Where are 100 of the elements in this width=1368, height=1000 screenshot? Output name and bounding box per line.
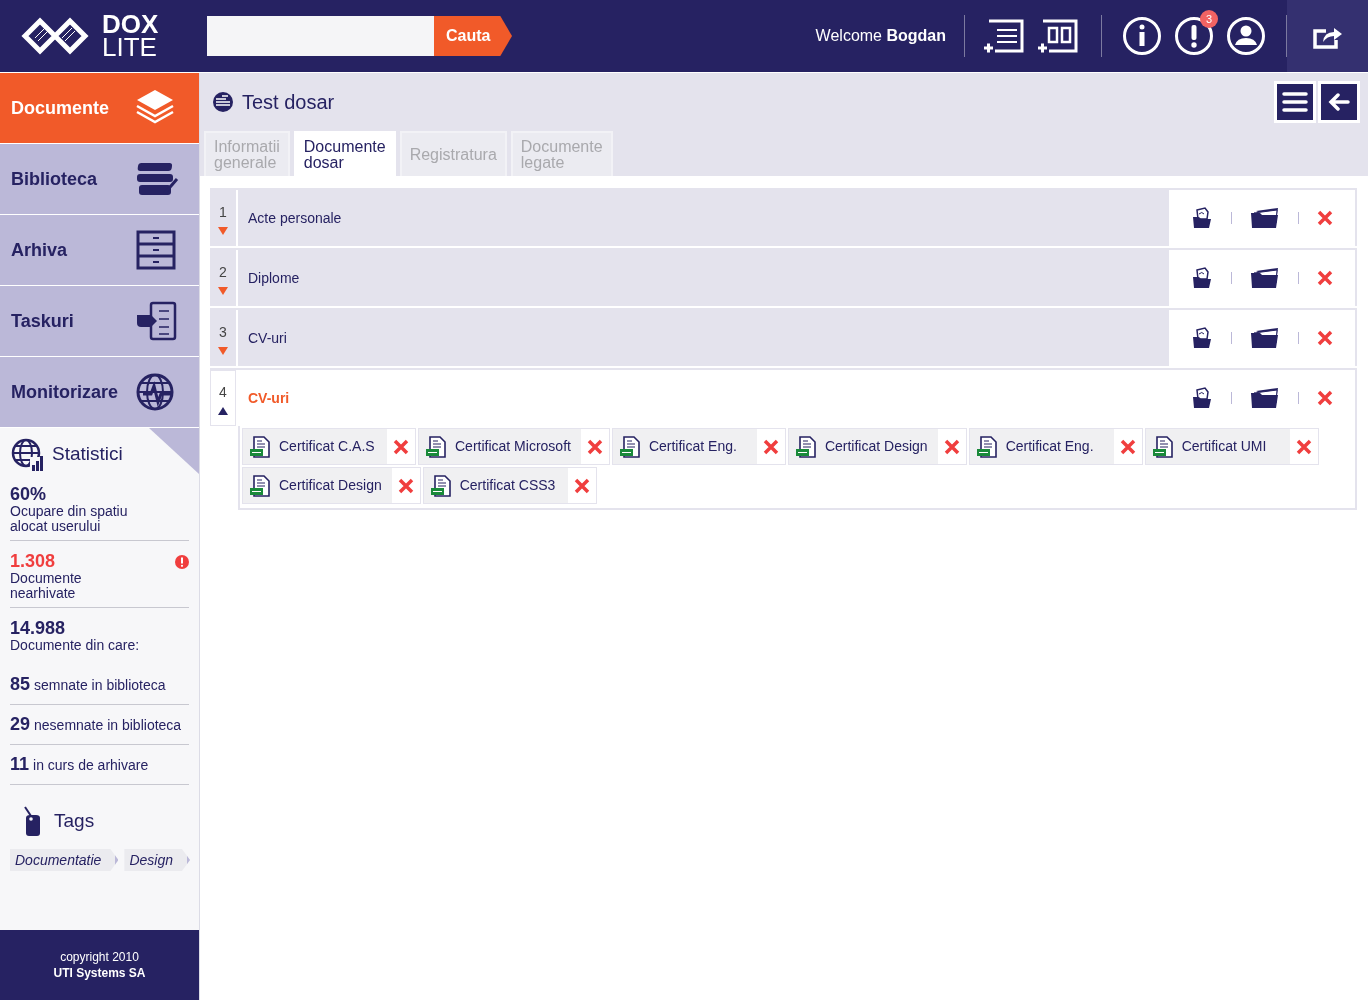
stat-label: nesemnate in biblioteca xyxy=(34,716,182,735)
folder-icon xyxy=(1250,207,1280,229)
open-folder-button[interactable] xyxy=(1191,387,1213,409)
nav-item[interactable]: Monitorizare xyxy=(0,357,199,428)
menu-button[interactable] xyxy=(1274,80,1316,123)
txt-file-icon xyxy=(975,435,998,458)
tag-icon xyxy=(22,805,42,837)
attachment-name: Certificat Design xyxy=(279,476,382,495)
delete-button[interactable] xyxy=(1317,270,1333,286)
back-button[interactable] xyxy=(1318,80,1360,123)
attachment-name: Certificat UMI xyxy=(1181,437,1267,456)
folder-icon xyxy=(1250,387,1280,409)
export-button[interactable] xyxy=(1287,0,1368,72)
close-icon xyxy=(762,438,779,455)
delete-button[interactable] xyxy=(1317,210,1333,226)
stat-value: 60% xyxy=(10,484,47,504)
folder-name: CV-uri xyxy=(248,328,287,348)
notifications-button[interactable] xyxy=(1174,16,1214,56)
stat-value: 1.308 xyxy=(10,551,56,571)
attachment[interactable]: Certificat Eng. xyxy=(611,428,786,465)
open-folder-icon xyxy=(1191,327,1213,349)
stat-label: Ocupare din spatiu alocat userului xyxy=(10,504,129,534)
back-arrow-icon xyxy=(1328,92,1350,111)
user-button[interactable] xyxy=(1226,16,1266,56)
attachment[interactable]: Certificat Eng. xyxy=(968,428,1143,465)
close-icon xyxy=(586,438,603,455)
search-field[interactable] xyxy=(207,16,434,56)
delete-button[interactable] xyxy=(1317,330,1333,346)
attachment[interactable]: Certificat Microsoft xyxy=(418,428,610,465)
open-folder-icon xyxy=(1191,207,1213,229)
folder-name: CV-uri xyxy=(248,388,290,408)
close-icon xyxy=(1317,210,1333,226)
row-number: 4 xyxy=(210,370,236,426)
close-icon xyxy=(1119,438,1136,455)
folder-name: Diplome xyxy=(248,268,300,288)
txt-file-icon xyxy=(618,435,641,458)
txt-file-icon xyxy=(249,474,271,497)
folder-icon xyxy=(1250,267,1280,289)
expand-arrow-icon[interactable] xyxy=(218,226,228,235)
row-number: 1 xyxy=(210,190,236,246)
stat-value: 85 xyxy=(10,673,31,696)
globe-chart-icon xyxy=(10,437,44,471)
footer-text: copyright 2010 xyxy=(60,949,139,965)
section-title: Statistici xyxy=(52,441,123,466)
txt-file-icon xyxy=(249,435,271,458)
section-title: Tags xyxy=(54,808,95,833)
add-columns-icon xyxy=(1037,18,1079,54)
folder-name: Acte personale xyxy=(248,208,342,228)
page-title: Test dosar xyxy=(242,89,335,115)
folder-button[interactable] xyxy=(1250,207,1280,229)
attachment-name: Certificat Eng. xyxy=(648,437,737,456)
tab[interactable]: Documente dosar xyxy=(293,131,396,176)
open-folder-button[interactable] xyxy=(1191,207,1213,229)
txt-file-icon xyxy=(429,474,452,497)
close-icon xyxy=(1317,390,1333,406)
nav-item[interactable]: Taskuri xyxy=(0,286,199,357)
folder-button[interactable] xyxy=(1250,267,1280,289)
info-button[interactable] xyxy=(1122,16,1162,56)
stat-label: Documente din care: xyxy=(10,638,140,653)
attachment-name: Certificat CSS3 xyxy=(459,476,556,495)
open-folder-icon xyxy=(1191,267,1213,289)
row-number: 2 xyxy=(210,250,236,306)
attachment[interactable]: Certificat C.A.S xyxy=(242,428,416,465)
txt-file-icon xyxy=(1151,435,1174,458)
folder-button[interactable] xyxy=(1250,387,1280,409)
add-list-button[interactable] xyxy=(983,18,1025,54)
collapse-arrow-icon[interactable] xyxy=(218,406,228,415)
stat-value: 11 xyxy=(10,753,30,776)
open-folder-button[interactable] xyxy=(1191,267,1213,289)
attachment-name: Certificat C.A.S xyxy=(279,437,375,456)
stat-label: Documente nearhivate xyxy=(10,571,83,601)
txt-file-icon xyxy=(794,435,817,458)
delete-button[interactable] xyxy=(1317,390,1333,406)
attachment-name: Certificat Design xyxy=(824,437,928,456)
close-icon xyxy=(1317,270,1333,286)
welcome-text: Welcome Bogdan xyxy=(815,26,946,46)
attachment[interactable]: Certificat Design xyxy=(787,428,967,465)
open-folder-button[interactable] xyxy=(1191,327,1213,349)
attachment[interactable]: Certificat UMI xyxy=(1144,428,1319,465)
stat-label: semnate in biblioteca xyxy=(34,676,166,695)
close-icon xyxy=(397,477,414,494)
close-icon xyxy=(943,438,960,455)
attachment-name: Certificat Microsoft xyxy=(455,437,571,456)
folder-button[interactable] xyxy=(1250,327,1280,349)
close-icon xyxy=(393,438,409,455)
attachment[interactable]: Certificat CSS3 xyxy=(422,467,597,504)
nav-item[interactable]: Biblioteca xyxy=(0,144,199,215)
txt-file-icon xyxy=(425,435,447,458)
close-icon xyxy=(573,477,590,494)
menu-icon xyxy=(1282,90,1308,113)
tag[interactable]: Design xyxy=(124,849,190,871)
add-list-icon xyxy=(983,18,1025,54)
expand-arrow-icon[interactable] xyxy=(218,286,228,295)
close-icon xyxy=(1295,438,1312,455)
nav-item[interactable]: Arhiva xyxy=(0,215,199,286)
expand-arrow-icon[interactable] xyxy=(218,346,228,355)
tag[interactable]: Documentatie xyxy=(10,849,119,871)
stat-value: 14.988 xyxy=(10,618,66,638)
attachment[interactable]: Certificat Design xyxy=(242,467,421,504)
add-columns-button[interactable] xyxy=(1037,18,1079,54)
